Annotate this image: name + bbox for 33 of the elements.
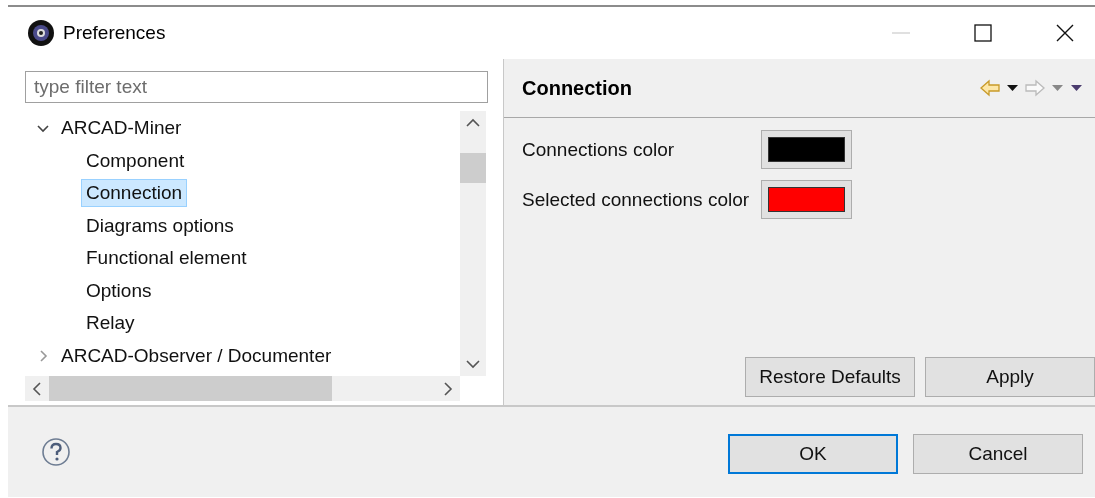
- scrollbar-thumb[interactable]: [49, 376, 332, 401]
- tree-item[interactable]: Diagrams options: [81, 211, 239, 240]
- scroll-left-icon: [31, 381, 41, 396]
- tree-item[interactable]: Options: [81, 276, 157, 305]
- setting-label: Selected connections color: [522, 188, 750, 211]
- tree-item[interactable]: Relay: [81, 309, 140, 338]
- tree-item[interactable]: Component: [81, 146, 190, 175]
- tree-item[interactable]: ARCAD-Miner: [56, 114, 187, 143]
- color-picker-button[interactable]: [761, 130, 853, 169]
- cancel-button[interactable]: Cancel: [913, 433, 1083, 474]
- color-picker-button[interactable]: [761, 180, 853, 219]
- tree-item[interactable]: Functional element: [81, 244, 252, 273]
- window-title: Preferences: [63, 22, 166, 44]
- tree-item[interactable]: Connection: [81, 179, 188, 208]
- horizontal-scrollbar[interactable]: [25, 376, 460, 401]
- scroll-up-icon: [466, 117, 480, 127]
- tree-item[interactable]: ARCAD-Observer / Documenter: [56, 341, 337, 370]
- page-title: Connection: [522, 76, 632, 100]
- close-icon[interactable]: [1056, 24, 1074, 42]
- app-logo-icon: [27, 19, 55, 47]
- filter-field[interactable]: type filter text: [25, 71, 488, 103]
- forward-arrow-icon[interactable]: [1025, 79, 1045, 97]
- help-icon[interactable]: [41, 437, 71, 467]
- back-arrow-icon[interactable]: [980, 79, 1000, 97]
- apply-button[interactable]: Apply: [925, 357, 1095, 397]
- maximize-icon[interactable]: [974, 24, 992, 42]
- restore-defaults-button[interactable]: Restore Defaults: [745, 357, 915, 397]
- scroll-right-icon: [444, 381, 454, 396]
- setting-label: Connections color: [522, 138, 676, 161]
- scrollbar-thumb[interactable]: [460, 153, 486, 183]
- vertical-scrollbar[interactable]: [460, 111, 486, 376]
- scroll-down-icon: [466, 360, 480, 370]
- ok-button[interactable]: OK: [728, 433, 898, 474]
